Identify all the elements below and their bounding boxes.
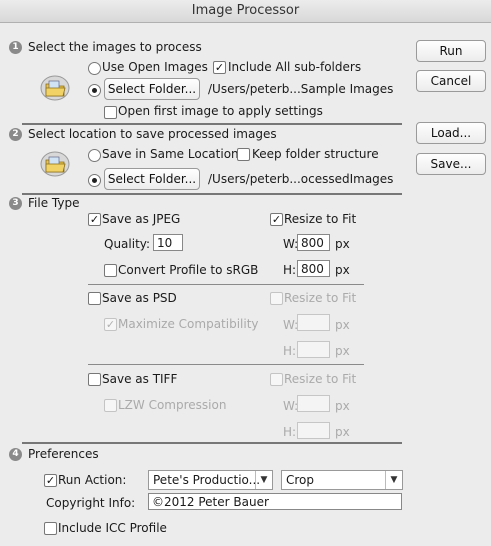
image-processor-dialog: Image Processor 1 Select the images to p… xyxy=(0,0,491,546)
dest-folder-path: /Users/peterb...ocessedImages xyxy=(208,172,394,186)
psd-tiff-divider xyxy=(88,364,364,365)
include-subfolders-checkbox[interactable]: ✓ xyxy=(213,61,226,74)
use-open-images-label: Use Open Images xyxy=(102,60,208,74)
save-same-location-label: Save in Same Location xyxy=(102,147,239,161)
run-action-label: Run Action: xyxy=(58,473,127,487)
cancel-button[interactable]: Cancel xyxy=(416,70,486,92)
psd-height-input xyxy=(297,341,330,358)
load-button[interactable]: Load... xyxy=(416,122,486,144)
include-icc-profile-checkbox[interactable] xyxy=(44,522,57,535)
action-name-value: Crop xyxy=(286,473,315,487)
tiff-height-input xyxy=(297,422,330,439)
window-title: Image Processor xyxy=(0,0,491,23)
maximize-compatibility-checkbox: ✓ xyxy=(104,318,117,331)
psd-height-unit: px xyxy=(335,344,350,358)
jpeg-psd-divider xyxy=(88,284,364,285)
jpeg-quality-input[interactable]: 10 xyxy=(153,234,183,251)
tiff-height-unit: px xyxy=(335,425,350,439)
source-select-folder-radio[interactable] xyxy=(88,84,101,97)
tiff-width-unit: px xyxy=(335,399,350,413)
save-as-jpeg-label: Save as JPEG xyxy=(102,212,181,226)
section-divider-3 xyxy=(22,442,402,444)
jpeg-resize-to-fit-label: Resize to Fit xyxy=(284,212,357,226)
folder-with-image-icon xyxy=(40,75,70,101)
psd-width-unit: px xyxy=(335,318,350,332)
save-same-location-radio[interactable] xyxy=(88,149,101,162)
save-as-tiff-checkbox[interactable] xyxy=(88,373,101,386)
tiff-resize-to-fit-checkbox xyxy=(270,373,283,386)
section3-heading: File Type xyxy=(28,196,80,210)
dest-select-folder-radio[interactable] xyxy=(88,174,101,187)
source-folder-path: /Users/peterb...Sample Images xyxy=(208,82,394,96)
action-set-value: Pete's Productio... xyxy=(153,473,261,487)
open-first-image-label: Open first image to apply settings xyxy=(118,104,323,118)
lzw-compression-label: LZW Compression xyxy=(118,398,227,412)
jpeg-height-input[interactable]: 800 xyxy=(297,260,330,277)
action-set-select[interactable]: Pete's Productio... ▼ xyxy=(148,470,273,490)
lzw-compression-checkbox xyxy=(104,399,117,412)
step-1-badge: 1 xyxy=(9,41,22,54)
copyright-input[interactable]: ©2012 Peter Bauer xyxy=(148,493,402,510)
jpeg-width-unit: px xyxy=(335,237,350,251)
jpeg-resize-to-fit-checkbox[interactable]: ✓ xyxy=(270,213,283,226)
psd-width-label: W: xyxy=(283,318,299,332)
save-as-jpeg-checkbox[interactable]: ✓ xyxy=(88,213,101,226)
step-3-badge: 3 xyxy=(9,197,22,210)
section-divider-1 xyxy=(22,123,402,125)
include-icc-profile-label: Include ICC Profile xyxy=(58,521,167,535)
save-as-tiff-label: Save as TIFF xyxy=(102,372,178,386)
tiff-resize-to-fit-label: Resize to Fit xyxy=(284,372,357,386)
action-name-select[interactable]: Crop ▼ xyxy=(281,470,403,490)
psd-resize-to-fit-label: Resize to Fit xyxy=(284,291,357,305)
psd-resize-to-fit-checkbox xyxy=(270,292,283,305)
keep-folder-structure-checkbox[interactable] xyxy=(237,148,250,161)
copyright-label: Copyright Info: xyxy=(46,496,136,510)
section2-heading: Select location to save processed images xyxy=(28,127,277,141)
chevron-down-icon: ▼ xyxy=(255,471,272,489)
tiff-height-label: H: xyxy=(283,425,297,439)
run-action-checkbox[interactable]: ✓ xyxy=(44,474,57,487)
psd-width-input xyxy=(297,314,330,331)
tiff-width-label: W: xyxy=(283,399,299,413)
run-button[interactable]: Run xyxy=(416,40,486,62)
section-divider-2 xyxy=(22,193,402,195)
source-select-folder-button[interactable]: Select Folder... xyxy=(104,78,200,100)
maximize-compatibility-label: Maximize Compatibility xyxy=(118,317,259,331)
use-open-images-radio[interactable] xyxy=(88,62,101,75)
section1-heading: Select the images to process xyxy=(28,40,202,54)
step-4-badge: 4 xyxy=(9,448,22,461)
jpeg-height-label: H: xyxy=(283,263,297,277)
chevron-down-icon: ▼ xyxy=(385,471,402,489)
include-subfolders-label: Include All sub-folders xyxy=(228,60,362,74)
save-as-psd-label: Save as PSD xyxy=(102,291,177,305)
keep-folder-structure-label: Keep folder structure xyxy=(252,147,379,161)
jpeg-width-label: W: xyxy=(283,237,299,251)
folder-with-image-icon xyxy=(40,151,70,177)
tiff-width-input xyxy=(297,395,330,412)
psd-height-label: H: xyxy=(283,344,297,358)
jpeg-width-input[interactable]: 800 xyxy=(297,234,330,251)
save-as-psd-checkbox[interactable] xyxy=(88,292,101,305)
open-first-image-checkbox[interactable] xyxy=(104,106,117,119)
section4-heading: Preferences xyxy=(28,447,99,461)
jpeg-quality-label: Quality: xyxy=(104,237,151,251)
jpeg-height-unit: px xyxy=(335,263,350,277)
convert-profile-srgb-checkbox[interactable] xyxy=(104,264,117,277)
save-button[interactable]: Save... xyxy=(416,153,486,175)
convert-profile-srgb-label: Convert Profile to sRGB xyxy=(118,263,259,277)
step-2-badge: 2 xyxy=(9,128,22,141)
dest-select-folder-button[interactable]: Select Folder... xyxy=(104,168,200,190)
